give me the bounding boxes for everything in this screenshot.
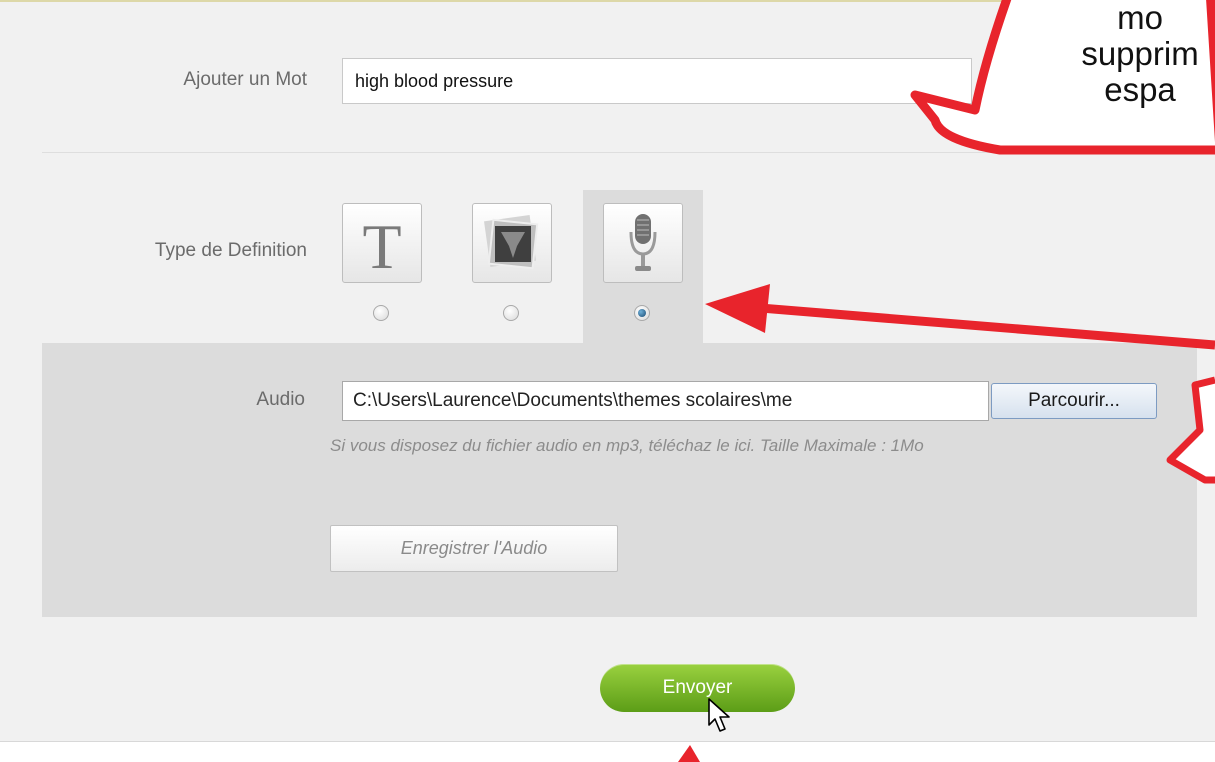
annotation-line-3: espa xyxy=(1104,71,1176,108)
speech-bubble-right xyxy=(1166,376,1215,484)
arrow-audio-option xyxy=(705,284,1215,350)
annotation-line-2: supprim xyxy=(1081,35,1199,72)
annotation-text: mo supprim espa xyxy=(1030,0,1215,120)
annotation-line-1: mo xyxy=(1117,0,1163,36)
arrow-bottom xyxy=(678,745,700,762)
